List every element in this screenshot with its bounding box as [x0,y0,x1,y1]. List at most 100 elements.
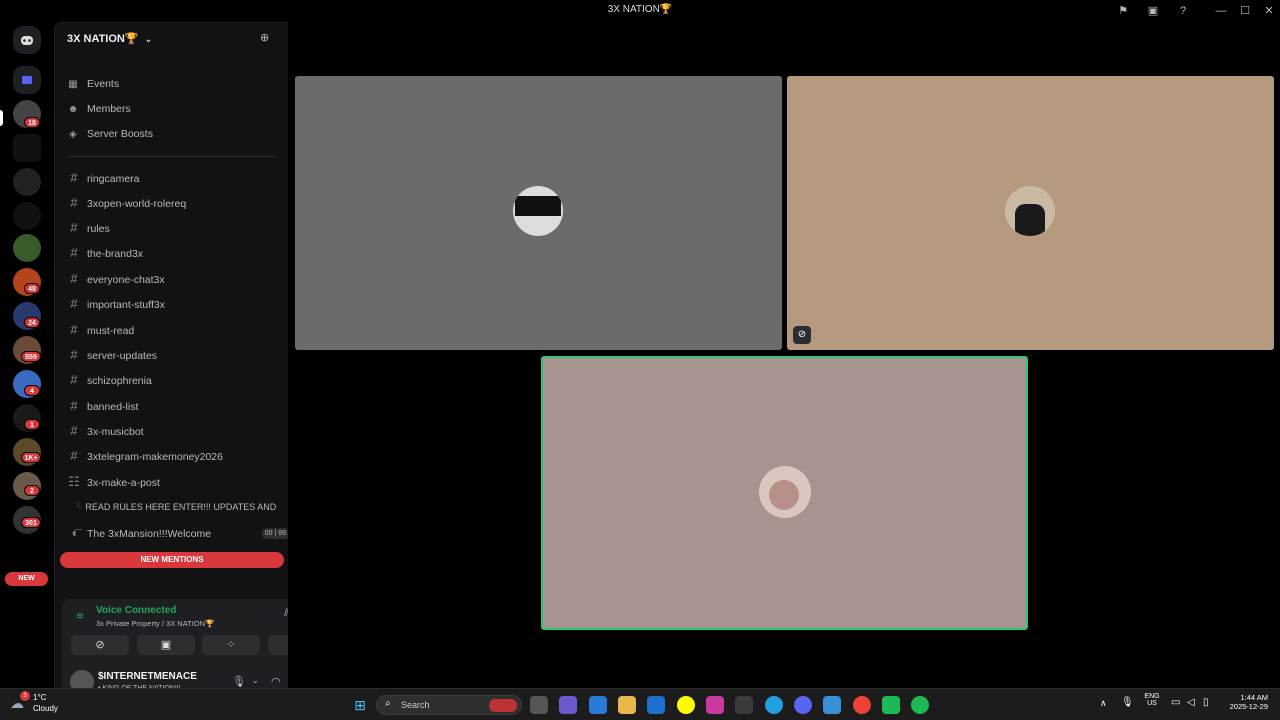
file-explorer-icon[interactable] [618,696,636,714]
edge-icon[interactable] [765,696,783,714]
voice-channel-item[interactable]: ◖ The 3xMansion!!!Welcome 00 | 99 [67,523,289,543]
battery-icon[interactable]: ▯ [1203,697,1209,708]
participant-tile[interactable] [295,76,782,350]
server-header[interactable]: 3X NATION🏆 ⌄ [67,32,152,45]
mention-badge: 559 [21,351,41,362]
invite-people-icon[interactable]: ⊕ [260,31,269,44]
help-icon[interactable]: ? [1175,3,1191,19]
app-icon[interactable] [882,696,900,714]
channel-item[interactable]: # important-stuff3x [67,294,277,314]
outlook-icon[interactable] [647,696,665,714]
calendar-icon: ▦ [68,79,78,90]
hash-icon: # [70,347,78,362]
members-icon: ☻ [67,104,79,115]
participant-avatar [1005,186,1055,236]
activities-icon: ⁘ [226,639,236,651]
server-name: 3X NATION🏆 [67,33,139,45]
channel-item[interactable]: # schizophrenia [67,370,277,390]
microphone-icon[interactable]: 🎙 [1121,697,1134,708]
app-icon[interactable] [823,696,841,714]
forum-channel-item[interactable]: ☷ 3x-make-a-post [67,472,277,492]
channel-item[interactable]: # rules [67,218,277,238]
mention-badge: 18 [24,117,40,128]
minimize-button[interactable]: — [1213,3,1229,19]
chevron-up-icon[interactable]: ∧ [1100,698,1107,709]
app-icon[interactable] [706,696,724,714]
mention-badge: 1 [24,419,40,430]
hash-icon: # [70,398,78,413]
window-title: 3X NATION🏆 [607,4,673,15]
channel-item[interactable]: # everyone-chat3x [67,269,277,289]
channel-item[interactable]: # the-brand3x [67,243,277,263]
server-icon[interactable] [13,234,41,262]
app-icon[interactable] [589,696,607,714]
search-highlight-icon [489,699,517,712]
close-button[interactable]: ✕ [1261,3,1277,19]
headphones-icon[interactable]: ◠ [271,675,281,688]
weather-temp[interactable]: 1°C [33,693,46,702]
mention-badge: 1K+ [21,452,41,463]
thread-item[interactable]: └ READ RULES HERE ENTER!!! UPDATES AND ..… [75,497,285,532]
spotify-icon[interactable] [911,696,929,714]
folder-icon[interactable] [13,66,41,94]
language-indicator[interactable]: ENG US [1142,693,1162,707]
volume-icon[interactable]: ◁ [1187,697,1195,708]
channel-item[interactable]: #3x-musicbot [67,421,277,441]
channel-item[interactable]: # banned-list [67,396,277,416]
participant-tile[interactable]: ⊘ [787,76,1274,350]
hash-icon: # [70,372,78,387]
participant-avatar [513,186,563,236]
voice-location[interactable]: 3x Private Property / 3X NATION🏆 [96,619,214,628]
hash-icon: # [70,170,78,185]
chrome-icon[interactable] [853,696,871,714]
channel-sidebar: 3X NATION🏆 ⌄ ⊕ ▦ Events ☻ Members ◈ Server … [54,22,336,703]
channel-item[interactable]: #3xtelegram-makemoney2026 [67,446,277,466]
screen-share-icon: ▣ [160,639,172,651]
copilot-icon[interactable] [559,696,577,714]
weather-desc[interactable]: Cloudy [33,704,58,713]
app-icon[interactable] [735,696,753,714]
avatar-image [515,196,561,216]
hash-icon: # [70,423,78,438]
chevron-down-icon[interactable]: ⌄ [252,676,259,685]
mention-badge: 48 [24,283,40,294]
screen-share-button[interactable]: ▣ [137,635,195,655]
window-titlebar: 3X NATION🏆 ⚑ ▣ ? — ☐ ✕ [0,0,1280,22]
discord-icon[interactable] [794,696,812,714]
menu-events[interactable]: ▦ Events [67,75,119,93]
hash-icon: # [70,271,78,286]
channel-item[interactable]: # server-updates [67,345,277,365]
hash-icon: # [70,322,78,337]
menu-members[interactable]: ☻ Members [67,100,131,118]
home-discord-icon[interactable] [13,26,41,54]
windows-start-icon[interactable]: ⊞ [351,696,369,714]
new-mentions-banner[interactable]: NEW MENTIONS [60,552,284,568]
flag-icon[interactable]: ⚑ [1115,3,1131,19]
inbox-icon[interactable]: ▣ [1145,3,1161,19]
clock[interactable]: 1:44 AM 2025-12-29 [1210,693,1268,711]
taskbar-search[interactable]: ⌕ Search [376,695,522,715]
snapchat-icon[interactable] [677,696,695,714]
channel-item[interactable]: #3xopen-world-rolereq [67,193,277,213]
voice-status[interactable]: Voice Connected [96,605,176,616]
speaker-icon: ◖ [70,525,78,540]
activities-button[interactable]: ⁘ [202,635,260,655]
signal-icon[interactable]: ≋ [70,607,90,627]
menu-server-boosts[interactable]: ◈ Server Boosts [67,125,153,143]
maximize-button[interactable]: ☐ [1237,3,1253,19]
server-icon[interactable] [13,202,41,230]
task-view-icon[interactable] [530,696,548,714]
server-icon[interactable] [13,168,41,196]
hash-icon: # [70,195,78,210]
channel-item[interactable]: # ringcamera [67,168,277,188]
search-placeholder: Search [401,700,430,710]
network-icon[interactable]: ▭ [1171,697,1180,708]
participant-tile-speaking[interactable] [541,356,1028,630]
microphone-icon[interactable]: 🎙 [232,675,246,688]
new-unreads-pill[interactable]: NEW [5,572,48,586]
camera-off-button[interactable]: ⊘ [71,635,129,655]
server-menace-icon[interactable] [13,134,41,162]
channel-item[interactable]: # must-read [67,320,277,340]
mention-badge: 301 [21,517,41,528]
username[interactable]: $INTERNETMENACE [98,671,197,682]
